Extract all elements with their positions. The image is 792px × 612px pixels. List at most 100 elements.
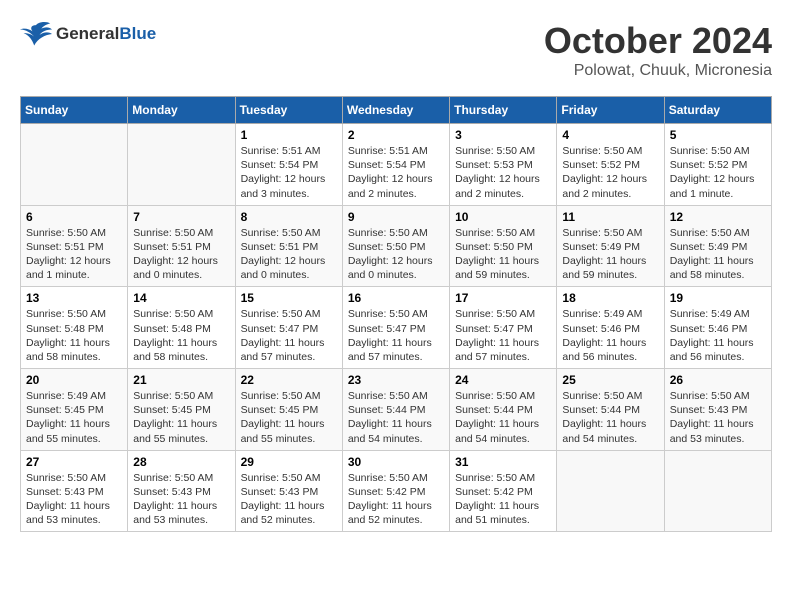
calendar-cell: 31 Sunrise: 5:50 AMSunset: 5:42 PMDayligh… bbox=[450, 450, 557, 532]
day-number: 31 bbox=[455, 455, 551, 469]
day-number: 22 bbox=[241, 373, 337, 387]
day-number: 15 bbox=[241, 291, 337, 305]
day-info: Sunrise: 5:50 AMSunset: 5:50 PMDaylight:… bbox=[348, 226, 444, 283]
day-info: Sunrise: 5:50 AMSunset: 5:43 PMDaylight:… bbox=[241, 471, 337, 528]
day-number: 16 bbox=[348, 291, 444, 305]
calendar-cell: 15 Sunrise: 5:50 AMSunset: 5:47 PMDayligh… bbox=[235, 287, 342, 369]
day-info: Sunrise: 5:50 AMSunset: 5:51 PMDaylight:… bbox=[241, 226, 337, 283]
week-row-1: 1 Sunrise: 5:51 AMSunset: 5:54 PMDaylight… bbox=[21, 124, 772, 206]
calendar-cell: 27Sunrise: 5:50 AMSunset: 5:43 PMDayligh… bbox=[21, 450, 128, 532]
calendar-cell: 16 Sunrise: 5:50 AMSunset: 5:47 PMDayligh… bbox=[342, 287, 449, 369]
day-info: Sunrise: 5:50 AMSunset: 5:45 PMDaylight:… bbox=[241, 389, 337, 446]
day-number: 27 bbox=[26, 455, 122, 469]
calendar-table: SundayMondayTuesdayWednesdayThursdayFrid… bbox=[20, 96, 772, 532]
day-number: 1 bbox=[241, 128, 337, 142]
day-number: 30 bbox=[348, 455, 444, 469]
day-number: 24 bbox=[455, 373, 551, 387]
calendar-cell: 8 Sunrise: 5:50 AMSunset: 5:51 PMDaylight… bbox=[235, 205, 342, 287]
logo-icon bbox=[20, 20, 52, 48]
day-info: Sunrise: 5:50 AMSunset: 5:43 PMDaylight:… bbox=[133, 471, 229, 528]
day-info: Sunrise: 5:50 AMSunset: 5:49 PMDaylight:… bbox=[562, 226, 658, 283]
day-number: 17 bbox=[455, 291, 551, 305]
day-number: 4 bbox=[562, 128, 658, 142]
day-info: Sunrise: 5:50 AMSunset: 5:42 PMDaylight:… bbox=[455, 471, 551, 528]
day-number: 21 bbox=[133, 373, 229, 387]
day-number: 10 bbox=[455, 210, 551, 224]
week-row-3: 13 Sunrise: 5:50 AMSunset: 5:48 PMDayligh… bbox=[21, 287, 772, 369]
calendar-cell bbox=[557, 450, 664, 532]
day-number: 12 bbox=[670, 210, 766, 224]
calendar-cell: 22 Sunrise: 5:50 AMSunset: 5:45 PMDayligh… bbox=[235, 369, 342, 451]
day-header-saturday: Saturday bbox=[664, 97, 771, 124]
day-number: 2 bbox=[348, 128, 444, 142]
calendar-cell: 10Sunrise: 5:50 AMSunset: 5:50 PMDayligh… bbox=[450, 205, 557, 287]
calendar-cell: 30Sunrise: 5:50 AMSunset: 5:42 PMDayligh… bbox=[342, 450, 449, 532]
day-header-friday: Friday bbox=[557, 97, 664, 124]
calendar-cell: 5 Sunrise: 5:50 AMSunset: 5:52 PMDaylight… bbox=[664, 124, 771, 206]
calendar-cell: 28 Sunrise: 5:50 AMSunset: 5:43 PMDayligh… bbox=[128, 450, 235, 532]
day-number: 18 bbox=[562, 291, 658, 305]
day-info: Sunrise: 5:50 AMSunset: 5:43 PMDaylight:… bbox=[670, 389, 766, 446]
day-number: 14 bbox=[133, 291, 229, 305]
month-title: October 2024 bbox=[544, 20, 772, 62]
day-header-monday: Monday bbox=[128, 97, 235, 124]
day-number: 20 bbox=[26, 373, 122, 387]
calendar-cell: 3 Sunrise: 5:50 AMSunset: 5:53 PMDaylight… bbox=[450, 124, 557, 206]
calendar-cell: 24 Sunrise: 5:50 AMSunset: 5:44 PMDayligh… bbox=[450, 369, 557, 451]
calendar-cell: 4Sunrise: 5:50 AMSunset: 5:52 PMDaylight… bbox=[557, 124, 664, 206]
day-info: Sunrise: 5:50 AMSunset: 5:44 PMDaylight:… bbox=[455, 389, 551, 446]
calendar-cell: 7Sunrise: 5:50 AMSunset: 5:51 PMDaylight… bbox=[128, 205, 235, 287]
calendar-cell: 23Sunrise: 5:50 AMSunset: 5:44 PMDayligh… bbox=[342, 369, 449, 451]
calendar-cell: 19Sunrise: 5:49 AMSunset: 5:46 PMDayligh… bbox=[664, 287, 771, 369]
day-info: Sunrise: 5:50 AMSunset: 5:53 PMDaylight:… bbox=[455, 144, 551, 201]
calendar-cell: 18 Sunrise: 5:49 AMSunset: 5:46 PMDayligh… bbox=[557, 287, 664, 369]
calendar-cell: 2 Sunrise: 5:51 AMSunset: 5:54 PMDaylight… bbox=[342, 124, 449, 206]
calendar-cell bbox=[664, 450, 771, 532]
day-number: 6 bbox=[26, 210, 122, 224]
day-info: Sunrise: 5:49 AMSunset: 5:46 PMDaylight:… bbox=[670, 307, 766, 364]
calendar-cell: 13 Sunrise: 5:50 AMSunset: 5:48 PMDayligh… bbox=[21, 287, 128, 369]
day-number: 3 bbox=[455, 128, 551, 142]
day-number: 25 bbox=[562, 373, 658, 387]
page-header: GeneralBlue October 2024 Polowat, Chuuk,… bbox=[20, 20, 772, 80]
day-info: Sunrise: 5:50 AMSunset: 5:49 PMDaylight:… bbox=[670, 226, 766, 283]
day-info: Sunrise: 5:50 AMSunset: 5:48 PMDaylight:… bbox=[133, 307, 229, 364]
day-info: Sunrise: 5:51 AMSunset: 5:54 PMDaylight:… bbox=[348, 144, 444, 201]
calendar-cell: 12 Sunrise: 5:50 AMSunset: 5:49 PMDayligh… bbox=[664, 205, 771, 287]
day-info: Sunrise: 5:50 AMSunset: 5:44 PMDaylight:… bbox=[348, 389, 444, 446]
day-info: Sunrise: 5:50 AMSunset: 5:48 PMDaylight:… bbox=[26, 307, 122, 364]
calendar-cell bbox=[21, 124, 128, 206]
calendar-cell: 17 Sunrise: 5:50 AMSunset: 5:47 PMDayligh… bbox=[450, 287, 557, 369]
day-info: Sunrise: 5:49 AMSunset: 5:45 PMDaylight:… bbox=[26, 389, 122, 446]
week-row-5: 27 Sunrise: 5:50 AMSunset: 5:43 PMDayligh… bbox=[21, 450, 772, 532]
location: Polowat, Chuuk, Micronesia bbox=[544, 62, 772, 80]
week-row-2: 6 Sunrise: 5:50 AMSunset: 5:51 PMDaylight… bbox=[21, 205, 772, 287]
day-info: Sunrise: 5:50 AMSunset: 5:51 PMDaylight:… bbox=[133, 226, 229, 283]
calendar-cell: 29Sunrise: 5:50 AMSunset: 5:43 PMDayligh… bbox=[235, 450, 342, 532]
calendar-header-row: SundayMondayTuesdayWednesdayThursdayFrid… bbox=[21, 97, 772, 124]
day-number: 13 bbox=[26, 291, 122, 305]
day-header-tuesday: Tuesday bbox=[235, 97, 342, 124]
day-number: 28 bbox=[133, 455, 229, 469]
calendar-cell bbox=[128, 124, 235, 206]
day-header-wednesday: Wednesday bbox=[342, 97, 449, 124]
day-info: Sunrise: 5:50 AMSunset: 5:47 PMDaylight:… bbox=[348, 307, 444, 364]
calendar-cell: 21Sunrise: 5:50 AMSunset: 5:45 PMDayligh… bbox=[128, 369, 235, 451]
week-row-4: 20 Sunrise: 5:49 AMSunset: 5:45 PMDayligh… bbox=[21, 369, 772, 451]
day-number: 5 bbox=[670, 128, 766, 142]
day-number: 9 bbox=[348, 210, 444, 224]
calendar-cell: 14 Sunrise: 5:50 AMSunset: 5:48 PMDayligh… bbox=[128, 287, 235, 369]
calendar-cell: 26 Sunrise: 5:50 AMSunset: 5:43 PMDayligh… bbox=[664, 369, 771, 451]
day-info: Sunrise: 5:49 AMSunset: 5:46 PMDaylight:… bbox=[562, 307, 658, 364]
day-number: 26 bbox=[670, 373, 766, 387]
logo: GeneralBlue bbox=[20, 20, 156, 48]
calendar-cell: 25Sunrise: 5:50 AMSunset: 5:44 PMDayligh… bbox=[557, 369, 664, 451]
day-info: Sunrise: 5:50 AMSunset: 5:47 PMDaylight:… bbox=[241, 307, 337, 364]
day-number: 8 bbox=[241, 210, 337, 224]
day-info: Sunrise: 5:50 AMSunset: 5:52 PMDaylight:… bbox=[670, 144, 766, 201]
day-info: Sunrise: 5:50 AMSunset: 5:47 PMDaylight:… bbox=[455, 307, 551, 364]
calendar-cell: 20 Sunrise: 5:49 AMSunset: 5:45 PMDayligh… bbox=[21, 369, 128, 451]
calendar-cell: 9 Sunrise: 5:50 AMSunset: 5:50 PMDaylight… bbox=[342, 205, 449, 287]
day-header-thursday: Thursday bbox=[450, 97, 557, 124]
day-info: Sunrise: 5:51 AMSunset: 5:54 PMDaylight:… bbox=[241, 144, 337, 201]
